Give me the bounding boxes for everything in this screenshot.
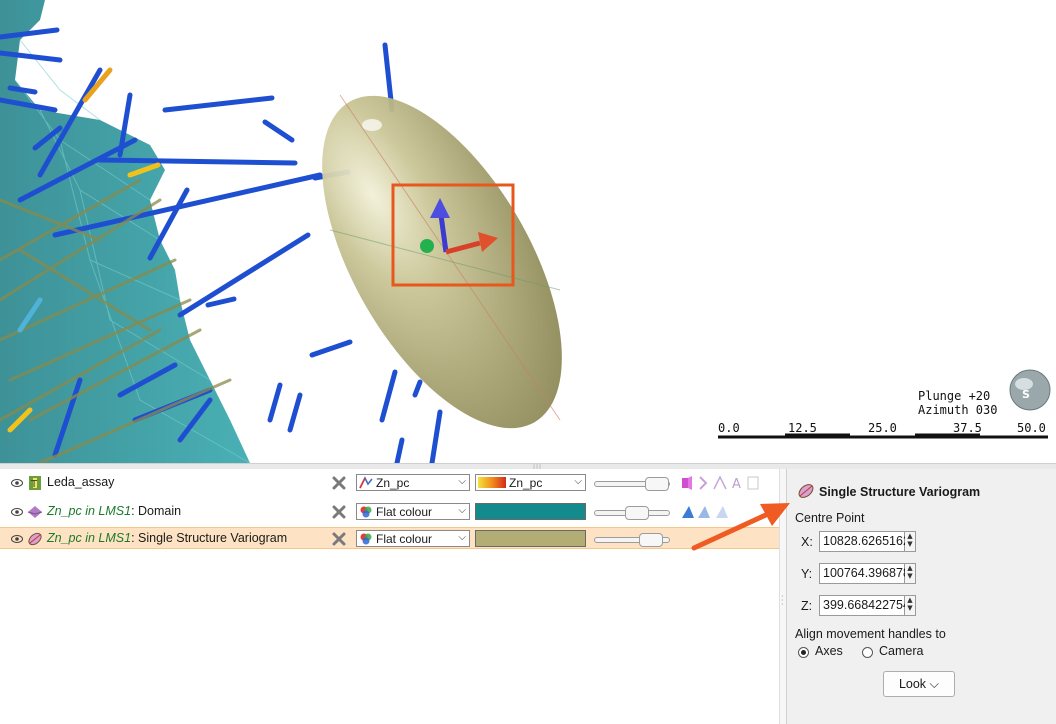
colour-mode-dropdown[interactable]: Zn_pc ⌵ xyxy=(356,474,470,491)
slider-thumb[interactable] xyxy=(625,506,649,520)
flat-colour-icon xyxy=(360,506,372,518)
colour-swatch-button[interactable] xyxy=(475,530,586,547)
interpolant-name: Zn_pc in LMS1 xyxy=(47,531,132,545)
scene-render[interactable]: S Plunge +20 Azimuth 030 0.0 12.5 25.0 3… xyxy=(0,0,1056,463)
z-label: Z: xyxy=(801,599,813,613)
dropdown-value: Flat colour xyxy=(376,532,433,546)
orientation-globe-icon[interactable]: S xyxy=(1009,369,1051,411)
visibility-eye-icon[interactable] xyxy=(11,533,23,545)
camera-radio-label[interactable]: Camera xyxy=(879,644,923,658)
row-name: Zn_pc in LMS1: Domain xyxy=(47,504,181,518)
list-item-leda-assay[interactable]: T Leda_assay Zn_pc ⌵ Zn_pc ⌵ A xyxy=(0,472,780,494)
variogram-ellipsoid[interactable] xyxy=(273,58,610,463)
scale-tick-label: 25.0 xyxy=(868,421,897,435)
row-name: Zn_pc in LMS1: Single Structure Variogra… xyxy=(47,531,287,545)
svg-text:T: T xyxy=(30,479,38,490)
centre-z-stepper[interactable]: ▲ ▼ xyxy=(905,595,916,616)
colour-swatch-button[interactable] xyxy=(475,503,586,520)
slider-thumb[interactable] xyxy=(639,533,663,547)
align-handles-label: Align movement handles to xyxy=(795,627,946,641)
svg-text:S: S xyxy=(1022,388,1030,401)
camera-radio[interactable] xyxy=(862,647,873,658)
line-colour-icon xyxy=(359,476,373,489)
centre-point-label: Centre Point xyxy=(795,511,865,525)
remove-icon[interactable] xyxy=(331,531,347,547)
row-name: Leda_assay xyxy=(47,475,115,489)
object-suffix: : Domain xyxy=(131,504,182,518)
look-button-label: Look xyxy=(898,677,927,691)
scale-tick-label: 37.5 xyxy=(953,421,982,435)
scale-bar: 0.0 12.5 25.0 37.5 50.0 xyxy=(718,421,1048,439)
centre-x-stepper[interactable]: ▲ ▼ xyxy=(905,531,916,552)
slider-thumb[interactable] xyxy=(645,477,669,491)
scale-tick-label: 12.5 xyxy=(788,421,817,435)
plunge-readout: Plunge +20 xyxy=(918,389,990,403)
dropdown-value: Zn_pc xyxy=(376,476,410,490)
colour-map-dropdown[interactable]: Zn_pc ⌵ xyxy=(475,474,586,491)
list-item-variogram[interactable]: Zn_pc in LMS1: Single Structure Variogra… xyxy=(0,527,780,549)
colour-mode-dropdown[interactable]: Flat colour ⌵ xyxy=(356,503,470,520)
shown-objects-list[interactable]: T Leda_assay Zn_pc ⌵ Zn_pc ⌵ A Zn_pc in … xyxy=(0,469,780,724)
3d-viewport[interactable]: S Plunge +20 Azimuth 030 0.0 12.5 25.0 3… xyxy=(0,0,1056,463)
x-label: X: xyxy=(801,535,813,549)
drillhole-icon: T xyxy=(29,476,41,490)
annotation-arrow xyxy=(691,503,790,551)
properties-panel: Single Structure Variogram Centre Point … xyxy=(786,469,1056,724)
centre-y-stepper[interactable]: ▲ ▼ xyxy=(905,563,916,584)
centre-z-input[interactable]: 399.668422754 xyxy=(819,595,910,616)
interpolant-name: Zn_pc in LMS1 xyxy=(47,504,132,518)
scale-tick-label: 50.0 xyxy=(1017,421,1046,435)
axes-radio[interactable] xyxy=(798,647,809,658)
grip-dots: · · · xyxy=(781,592,784,609)
colour-mode-dropdown[interactable]: Flat colour ⌵ xyxy=(356,530,470,547)
domain-mesh-icon xyxy=(27,506,43,518)
chevron-down-icon: ⌵ xyxy=(458,505,466,516)
dropdown-value: Zn_pc xyxy=(509,476,543,490)
azimuth-readout: Azimuth 030 xyxy=(918,403,997,417)
chevron-down-icon: ⌵ xyxy=(458,532,466,543)
look-button[interactable]: Look ⌵ xyxy=(883,671,955,697)
visibility-eye-icon[interactable] xyxy=(11,506,23,518)
svg-text:A: A xyxy=(732,477,741,491)
dropdown-value: Flat colour xyxy=(376,505,433,519)
list-item-domain[interactable]: Zn_pc in LMS1: Domain Flat colour ⌵ xyxy=(0,501,780,523)
object-suffix: : Single Structure Variogram xyxy=(131,531,288,545)
centre-x-input[interactable]: 10828.6265162 xyxy=(819,531,910,552)
opacity-slider[interactable] xyxy=(594,477,670,491)
panel-title: Single Structure Variogram xyxy=(819,485,981,499)
opacity-slider[interactable] xyxy=(594,533,670,547)
variogram-ellipsoid-icon xyxy=(798,484,814,498)
visibility-eye-icon[interactable] xyxy=(11,477,23,489)
colour-gradient-swatch xyxy=(478,477,506,488)
chevron-down-icon: ⌵ xyxy=(574,476,582,487)
remove-icon[interactable] xyxy=(331,475,347,491)
chevron-down-icon: ⌵ xyxy=(929,677,940,691)
centre-y-input[interactable]: 100764.396878 xyxy=(819,563,910,584)
chevron-down-icon: ⌵ xyxy=(458,476,466,487)
opacity-slider[interactable] xyxy=(594,506,670,520)
axes-radio-label[interactable]: Axes xyxy=(815,644,843,658)
remove-icon[interactable] xyxy=(331,504,347,520)
flat-colour-icon xyxy=(360,533,372,545)
y-label: Y: xyxy=(801,567,813,581)
scale-tick-label: 0.0 xyxy=(718,421,740,435)
row-tool-icons[interactable]: A xyxy=(680,475,776,491)
variogram-ellipsoid-icon xyxy=(28,532,42,546)
